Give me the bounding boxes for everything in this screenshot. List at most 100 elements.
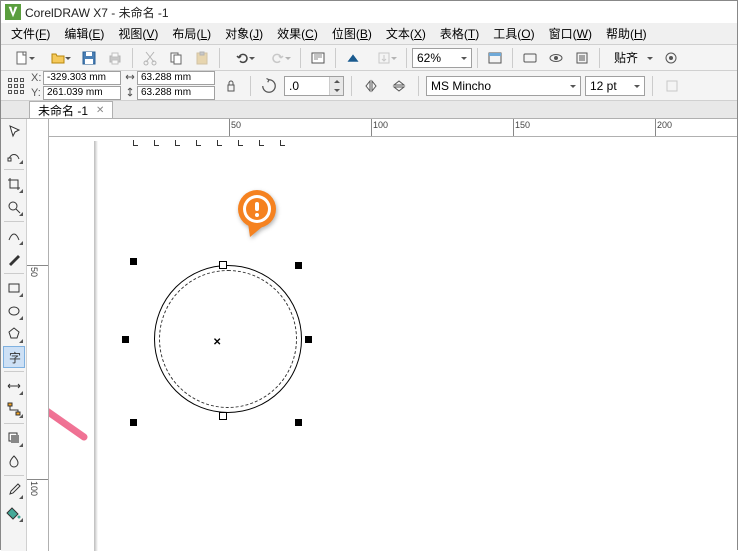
options-button[interactable] (570, 47, 594, 69)
selection-handle[interactable] (130, 419, 137, 426)
shape-tool[interactable] (3, 144, 25, 166)
menu-view[interactable]: 视图(V) (112, 23, 164, 44)
alert-badge-icon (228, 185, 286, 243)
workspace: 字 50 100 50 100 150 200 (1, 119, 737, 551)
rectangle-tool[interactable] (3, 277, 25, 299)
font-size[interactable]: 12 pt (585, 76, 645, 96)
connector-tool[interactable] (3, 398, 25, 420)
separator (599, 48, 600, 68)
separator (418, 76, 419, 96)
selection-handle[interactable] (295, 262, 302, 269)
menu-effects[interactable]: 效果(C) (271, 23, 324, 44)
menu-window[interactable]: 窗口(W) (543, 23, 598, 44)
spin-down[interactable] (329, 86, 343, 95)
spin-up[interactable] (329, 77, 343, 86)
menu-table[interactable]: 表格(T) (434, 23, 485, 44)
node-handle[interactable] (219, 261, 227, 269)
mirror-h-button[interactable] (359, 75, 383, 97)
separator (652, 76, 653, 96)
ellipse-object[interactable] (154, 265, 302, 413)
drop-shadow-tool[interactable] (3, 427, 25, 449)
cut-button[interactable] (138, 47, 162, 69)
rotation-angle[interactable]: .0 (284, 76, 344, 96)
menu-text[interactable]: 文本(X) (380, 23, 432, 44)
ellipse-tool[interactable] (3, 300, 25, 322)
print-button[interactable] (103, 47, 127, 69)
separator (250, 76, 251, 96)
selection-handle[interactable] (122, 336, 129, 343)
menu-bar: 文件(F) 编辑(E) 视图(V) 布局(L) 对象(J) 效果(C) 位图(B… (1, 23, 737, 45)
selection-handle[interactable] (305, 336, 312, 343)
separator (4, 169, 24, 170)
zoom-level[interactable]: 62% (412, 48, 472, 68)
mirror-v-button[interactable] (387, 75, 411, 97)
x-label: X: (31, 72, 41, 84)
x-position[interactable]: -329.303 mm (43, 71, 121, 85)
text-props-button[interactable] (660, 75, 684, 97)
font-family[interactable]: MS Mincho (426, 76, 581, 96)
y-label: Y: (31, 87, 41, 99)
y-position[interactable]: 261.039 mm (43, 86, 121, 100)
menu-edit[interactable]: 编辑(E) (58, 23, 110, 44)
rotation-icon (258, 75, 280, 97)
drawing-area[interactable]: ✕ (49, 137, 737, 551)
new-button[interactable] (5, 47, 39, 69)
menu-tools[interactable]: 工具(O) (487, 23, 540, 44)
menu-file[interactable]: 文件(F) (5, 23, 56, 44)
selection-handle[interactable] (295, 419, 302, 426)
size-block: 63.288 mm 63.288 mm (125, 71, 215, 100)
object-origin-icon[interactable] (5, 75, 27, 97)
publish-button[interactable] (341, 47, 365, 69)
menu-object[interactable]: 对象(J) (219, 23, 269, 44)
separator (4, 221, 24, 222)
menu-help[interactable]: 帮助(H) (600, 23, 653, 44)
save-button[interactable] (77, 47, 101, 69)
text-tool[interactable]: 字 (3, 346, 25, 368)
vertical-ruler[interactable]: 50 100 (27, 119, 49, 551)
window-title: CorelDRAW X7 - 未命名 -1 (25, 4, 169, 21)
canvas[interactable]: 50 100 150 200 ✕ (49, 119, 737, 551)
undo-button[interactable] (225, 47, 259, 69)
paste-button[interactable] (190, 47, 214, 69)
crop-tool[interactable] (3, 173, 25, 195)
width-icon (125, 72, 135, 85)
separator (512, 48, 513, 68)
preview-button[interactable] (518, 47, 542, 69)
snap-button[interactable]: 贴齐 (605, 47, 657, 69)
copy-button[interactable] (164, 47, 188, 69)
separator (4, 273, 24, 274)
document-tab[interactable]: 未命名 -1✕ (29, 101, 113, 118)
node-handle[interactable] (219, 412, 227, 420)
property-bar: X:-329.303 mm Y:261.039 mm 63.288 mm 63.… (1, 71, 737, 101)
menu-layout[interactable]: 布局(L) (166, 23, 217, 44)
height-icon (125, 87, 135, 100)
eyedropper-tool[interactable] (3, 479, 25, 501)
search-button[interactable] (306, 47, 330, 69)
separator (4, 423, 24, 424)
lock-ratio-button[interactable] (219, 75, 243, 97)
pick-tool[interactable] (3, 121, 25, 143)
horizontal-ruler[interactable]: 50 100 150 200 (49, 119, 737, 137)
title-bar: CorelDRAW X7 - 未命名 -1 (1, 1, 737, 23)
separator (300, 48, 301, 68)
show-button[interactable] (544, 47, 568, 69)
zoom-tool[interactable] (3, 196, 25, 218)
open-button[interactable] (41, 47, 75, 69)
dimension-tool[interactable] (3, 375, 25, 397)
redo-button[interactable] (261, 47, 295, 69)
svg-text:字: 字 (9, 350, 21, 365)
object-height[interactable]: 63.288 mm (137, 86, 215, 100)
transparency-tool[interactable] (3, 450, 25, 472)
export-button[interactable] (367, 47, 401, 69)
menu-bitmap[interactable]: 位图(B) (326, 23, 378, 44)
artistic-media-tool[interactable] (3, 248, 25, 270)
separator (219, 48, 220, 68)
freehand-tool[interactable] (3, 225, 25, 247)
settings-button[interactable] (659, 47, 683, 69)
fill-tool[interactable] (3, 502, 25, 524)
selection-handle[interactable] (130, 258, 137, 265)
close-tab-icon[interactable]: ✕ (96, 105, 104, 116)
object-width[interactable]: 63.288 mm (137, 71, 215, 85)
fullscreen-button[interactable] (483, 47, 507, 69)
polygon-tool[interactable] (3, 323, 25, 345)
